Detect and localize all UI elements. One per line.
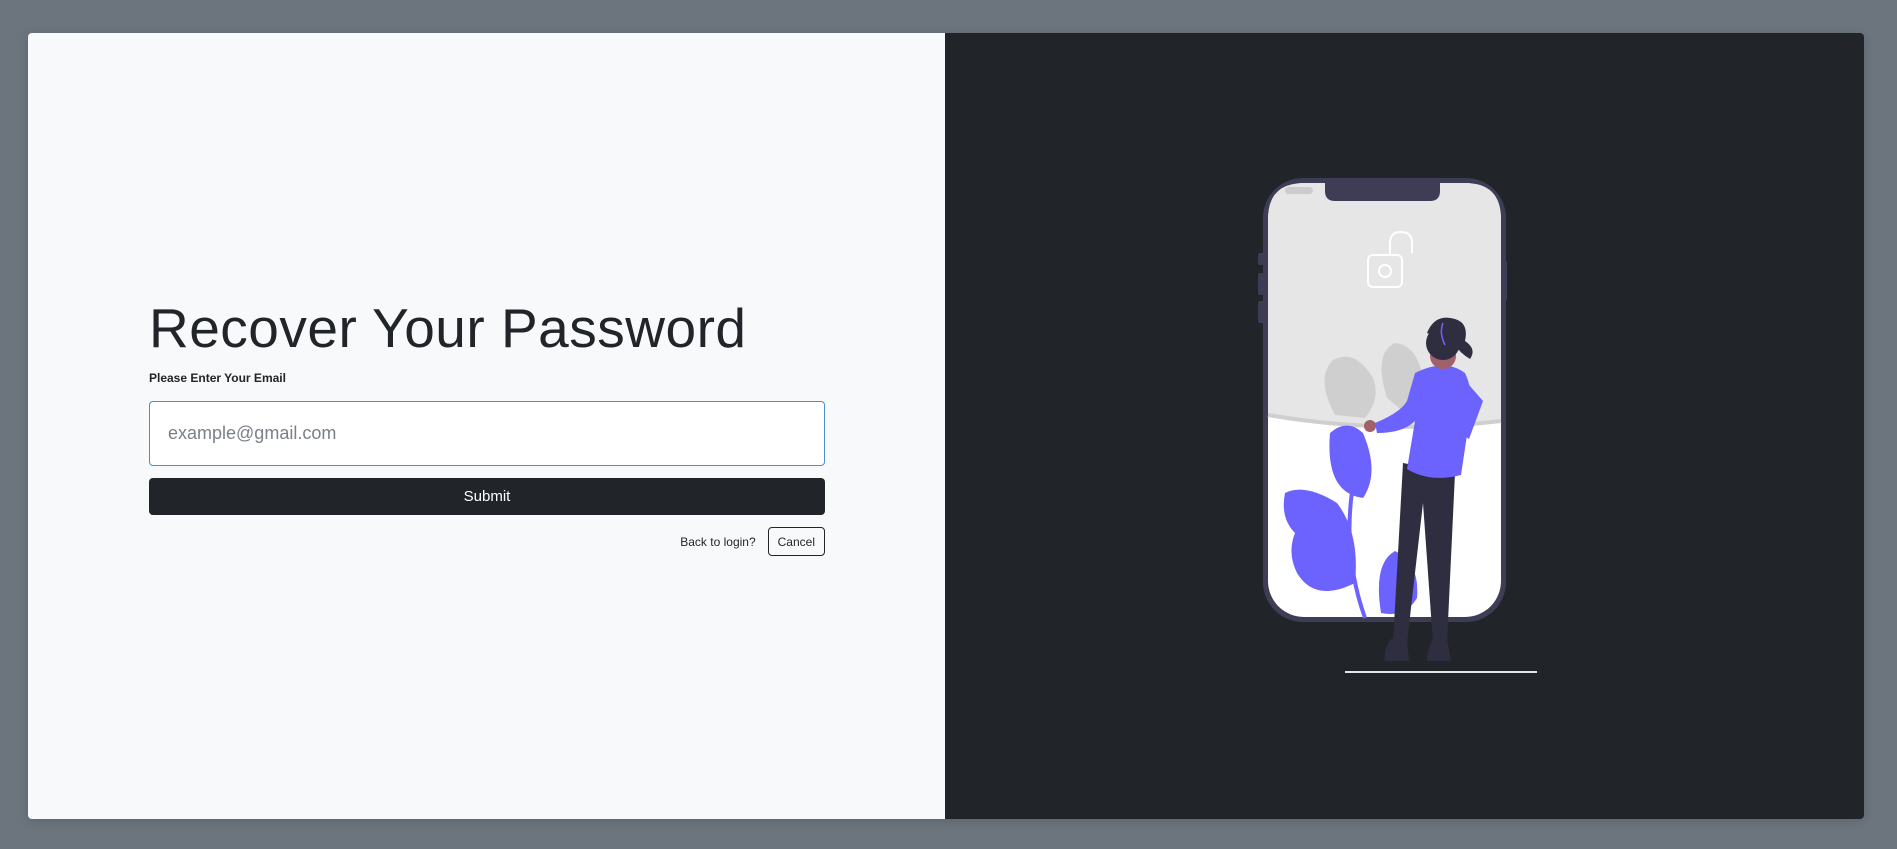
cancel-button[interactable]: Cancel	[767, 527, 825, 556]
woman-shoe	[1384, 639, 1409, 661]
form-panel: Recover Your Password Please Enter Your …	[28, 33, 945, 819]
woman-unlocking-phone-illustration	[1258, 178, 1537, 673]
email-label: Please Enter Your Email	[149, 371, 286, 385]
email-field[interactable]	[149, 401, 825, 466]
recover-form: Recover Your Password Please Enter Your …	[149, 295, 825, 556]
phone-notch	[1325, 181, 1440, 201]
submit-button[interactable]: Submit	[149, 478, 825, 515]
recover-password-card: Recover Your Password Please Enter Your …	[28, 33, 1864, 819]
back-to-login-row: Back to login? Cancel	[149, 527, 825, 556]
woman-hand	[1364, 420, 1376, 432]
woman-shoe	[1427, 639, 1451, 661]
speaker-icon	[1285, 187, 1313, 194]
back-to-login-text: Back to login?	[680, 534, 756, 549]
illustration-panel	[945, 33, 1864, 819]
page-title: Recover Your Password	[149, 297, 747, 359]
